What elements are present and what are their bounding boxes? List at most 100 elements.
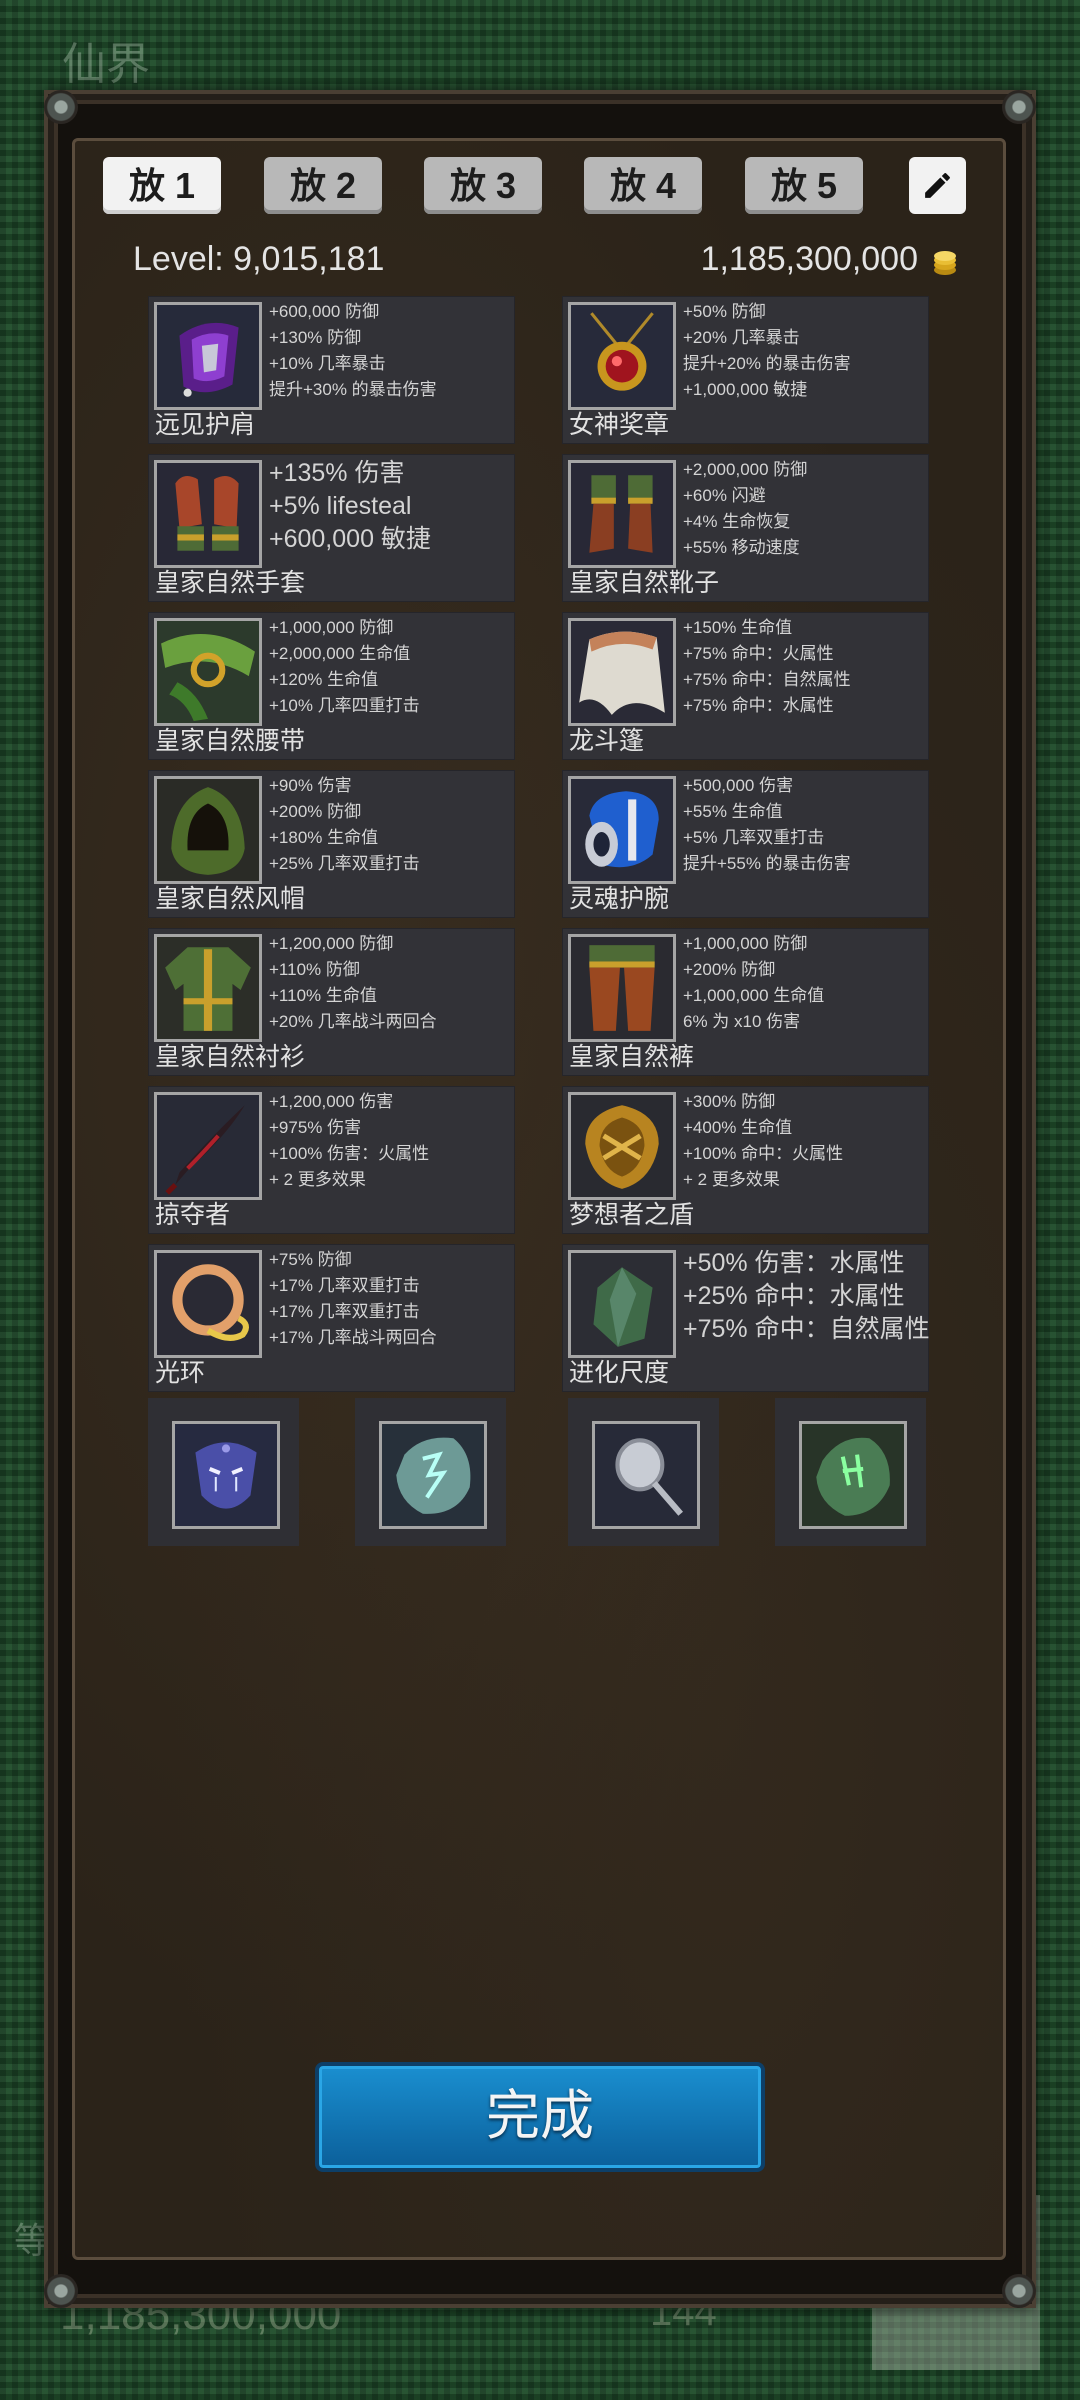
rune-frame xyxy=(799,1421,907,1529)
shirt-icon xyxy=(157,937,259,1039)
equipment-card[interactable]: +75% 防御 +17% 几率双重打击 +17% 几率双重打击 +17% 几率战斗两回… xyxy=(148,1244,515,1392)
equipment-stats: +1,000,000 防御 +2,000,000 生命值 +120% 生命值 +10%… xyxy=(269,615,510,719)
crying-mask-icon xyxy=(175,1424,277,1526)
boots-icon xyxy=(571,463,673,565)
equipment-slot xyxy=(154,618,262,726)
stat-line: +17% 几率战斗两回合 xyxy=(269,1328,437,1347)
equipment-slot xyxy=(154,776,262,884)
stat-line: +25% 命中：水属性 xyxy=(683,1282,905,1310)
blue-rune-stone-icon xyxy=(382,1424,484,1526)
stat-line: +200% 防御 xyxy=(269,802,362,821)
stat-line: +75% 命中：水属性 xyxy=(683,696,834,715)
dark-blade-icon xyxy=(157,1095,259,1197)
equipment-card[interactable]: +1,000,000 防御 +2,000,000 生命值 +120% 生命值 +10%… xyxy=(148,612,515,760)
stat-line: +500,000 伤害 xyxy=(683,776,794,795)
stat-line: +5% lifesteal xyxy=(269,492,412,520)
equipment-card[interactable]: +50% 伤害：水属性 +25% 命中：水属性 +75% 命中：自然属性 进化尺度 xyxy=(562,1244,930,1392)
stat-line: +100% 命中：火属性 xyxy=(683,1144,844,1163)
stat-line: +600,000 敏捷 xyxy=(269,525,431,553)
halo-ring-icon xyxy=(157,1253,259,1355)
equipment-slot xyxy=(568,776,676,884)
equipment-name: 龙斗篷 xyxy=(569,727,645,755)
equipment-slot xyxy=(568,1092,676,1200)
purple-shoulder-guard-icon xyxy=(157,305,259,407)
player-level: Level: 9,015,181 xyxy=(133,240,385,278)
frame-corner-ornament xyxy=(1002,90,1036,124)
equipment-slot xyxy=(568,1250,676,1358)
equipment-card[interactable]: +300% 防御 +400% 生命值 +100% 命中：火属性 + 2 更多效果 梦想者… xyxy=(562,1086,929,1234)
stat-line: +135% 伤害 xyxy=(269,459,405,487)
silver-mirror-icon xyxy=(595,1424,697,1526)
stat-line: +1,000,000 防御 xyxy=(269,618,394,637)
equipment-stats: +75% 防御 +17% 几率双重打击 +17% 几率双重打击 +17% 几率战斗两回… xyxy=(269,1247,510,1351)
rune-slot[interactable] xyxy=(568,1398,719,1546)
equipment-stats: +600,000 防御 +130% 防御 +10% 几率暴击 提升+30% 的暴击伤害 xyxy=(269,299,510,403)
equipment-name: 皇家自然风帽 xyxy=(155,885,306,913)
edit-button[interactable] xyxy=(909,157,966,214)
stat-line: +60% 闪避 xyxy=(683,486,766,505)
pencil-icon xyxy=(925,173,950,198)
tab-loadout-5[interactable]: 放 5 xyxy=(745,157,863,214)
equipment-stats: +1,000,000 防御 +200% 防御 +1,000,000 生命值 6% 为 … xyxy=(683,931,924,1035)
stat-line: +100% 伤害：火属性 xyxy=(269,1144,430,1163)
stat-line: +55% 生命值 xyxy=(683,802,783,821)
equipment-stats: +90% 伤害 +200% 防御 +180% 生命值 +25% 几率双重打击 xyxy=(269,773,510,877)
stat-line: + 2 更多效果 xyxy=(683,1170,780,1189)
stat-line: +130% 防御 xyxy=(269,328,362,347)
stat-line: +55% 移动速度 xyxy=(683,538,800,557)
stat-line: +90% 伤害 xyxy=(269,776,352,795)
equipment-stats: +50% 防御 +20% 几率暴击 提升+20% 的暴击伤害 +1,000,000 敏… xyxy=(683,299,924,403)
equipment-slot xyxy=(154,460,262,568)
gold-coins-icon xyxy=(934,251,956,275)
equipment-card[interactable]: +600,000 防御 +130% 防御 +10% 几率暴击 提升+30% 的暴击伤害… xyxy=(148,296,515,444)
equipment-stats: +500,000 伤害 +55% 生命值 +5% 几率双重打击 提升+55% 的暴击伤… xyxy=(683,773,924,877)
equipment-card[interactable]: +500,000 伤害 +55% 生命值 +5% 几率双重打击 提升+55% 的暴击伤… xyxy=(562,770,929,918)
red-gem-medal-icon xyxy=(571,305,673,407)
stat-line: +20% 几率暴击 xyxy=(683,328,800,347)
equipment-name: 梦想者之盾 xyxy=(569,1201,695,1229)
stat-line: +75% 命中：火属性 xyxy=(683,644,834,663)
tab-loadout-1[interactable]: 放 1 xyxy=(103,157,221,214)
equipment-slot xyxy=(154,1092,262,1200)
stat-line: +25% 几率双重打击 xyxy=(269,854,420,873)
stat-line: +75% 命中：自然属性 xyxy=(683,1315,930,1343)
equipment-card[interactable]: +90% 伤害 +200% 防御 +180% 生命值 +25% 几率双重打击 皇家自然风… xyxy=(148,770,515,918)
gloves-icon xyxy=(157,463,259,565)
done-button[interactable]: 完成 xyxy=(315,2062,765,2172)
tab-loadout-2[interactable]: 放 2 xyxy=(264,157,382,214)
equipment-card[interactable]: +1,200,000 防御 +110% 防御 +110% 生命值 +20% 几率战斗两… xyxy=(148,928,515,1076)
stat-line: + 2 更多效果 xyxy=(269,1170,366,1189)
equipment-slot xyxy=(568,302,676,410)
stat-line: +17% 几率双重打击 xyxy=(269,1302,420,1321)
stat-line: +600,000 防御 xyxy=(269,302,380,321)
stat-line: +1,000,000 生命值 xyxy=(683,986,825,1005)
green-belt-icon xyxy=(157,621,259,723)
equipment-stats: +1,200,000 防御 +110% 防御 +110% 生命值 +20% 几率战斗两… xyxy=(269,931,510,1035)
equipment-slot xyxy=(154,1250,262,1358)
equipment-name: 皇家自然靴子 xyxy=(569,569,720,597)
equipment-stats: +135% 伤害 +5% lifesteal +600,000 敏捷 xyxy=(269,457,510,556)
tab-loadout-4[interactable]: 放 4 xyxy=(584,157,702,214)
rune-slot[interactable] xyxy=(355,1398,506,1546)
equipment-card[interactable]: +135% 伤害 +5% lifesteal +600,000 敏捷 皇家自然手套 xyxy=(148,454,515,602)
stat-line: +1,200,000 防御 xyxy=(269,934,394,953)
frame-corner-ornament xyxy=(44,2274,78,2308)
rune-slot[interactable] xyxy=(775,1398,926,1546)
equipment-stats: +150% 生命值 +75% 命中：火属性 +75% 命中：自然属性 +75% 命中：… xyxy=(683,615,924,719)
background-title: 仙界 xyxy=(62,40,150,89)
equipment-card[interactable]: +1,000,000 防御 +200% 防御 +1,000,000 生命值 6% 为 … xyxy=(562,928,929,1076)
stat-line: +75% 防御 xyxy=(269,1250,352,1269)
stat-line: +110% 防御 xyxy=(269,960,360,979)
tab-loadout-3[interactable]: 放 3 xyxy=(424,157,542,214)
stat-line: +150% 生命值 xyxy=(683,618,793,637)
stat-line: +75% 命中：自然属性 xyxy=(683,670,851,689)
equipment-card[interactable]: +2,000,000 防御 +60% 闪避 +4% 生命恢复 +55% 移动速度 皇家自… xyxy=(562,454,929,602)
rune-slot[interactable] xyxy=(148,1398,299,1546)
stat-line: +400% 生命值 xyxy=(683,1118,793,1137)
equipment-card[interactable]: +150% 生命值 +75% 命中：火属性 +75% 命中：自然属性 +75% 命中：… xyxy=(562,612,929,760)
stat-line: 提升+30% 的暴击伤害 xyxy=(269,380,437,399)
equipment-card[interactable]: +50% 防御 +20% 几率暴击 提升+20% 的暴击伤害 +1,000,000 敏… xyxy=(562,296,929,444)
equipment-card[interactable]: +1,200,000 伤害 +975% 伤害 +100% 伤害：火属性 + 2 更多效… xyxy=(148,1086,515,1234)
equipment-slot xyxy=(568,618,676,726)
equipment-name: 女神奖章 xyxy=(569,411,670,439)
